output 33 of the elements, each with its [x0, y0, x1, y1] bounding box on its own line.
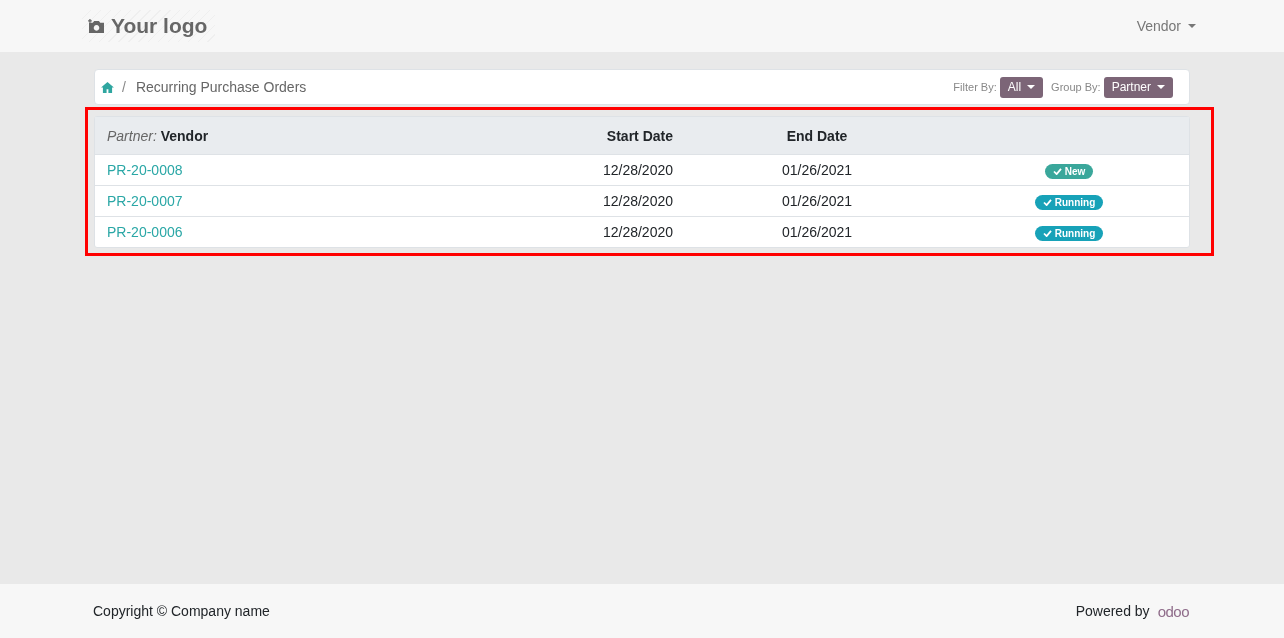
powered-by-text: Powered by [1075, 603, 1150, 619]
filter-dropdown[interactable]: All [999, 76, 1044, 98]
caret-icon [1188, 24, 1196, 28]
group-value: Vendor [160, 127, 209, 144]
table-cell-text: 01/26/2021 [780, 193, 854, 209]
table-cell-text: 12/28/2020 [601, 162, 674, 178]
table-cell-text: 12/28/2020 [601, 193, 674, 209]
caret-icon [1157, 85, 1165, 89]
column-header: Start Date [605, 127, 674, 144]
logo[interactable]: Your logo [82, 10, 216, 42]
brand-logo[interactable]: odoo [1157, 602, 1189, 620]
user-menu[interactable]: Vendor [1130, 18, 1202, 34]
status-badge: New [1044, 163, 1094, 179]
filter-dropdown[interactable]: Partner [1103, 76, 1173, 98]
table-cell-text: 12/28/2020 [601, 224, 674, 240]
breadcrumb-current: Recurring Purchase Orders [135, 79, 307, 95]
column-header: End Date [785, 127, 849, 144]
order-link[interactable]: PR-20-0007 [107, 193, 183, 209]
camera-icon [88, 18, 105, 34]
filter-label: Filter By: [953, 81, 997, 93]
table-cell-text: 01/26/2021 [780, 224, 854, 240]
group-label: Partner: [107, 127, 157, 144]
caret-icon [1027, 85, 1036, 89]
status-badge: Running [1034, 225, 1104, 241]
order-link[interactable]: PR-20-0006 [107, 224, 183, 240]
breadcrumb-separator: / [122, 79, 126, 95]
filter-label: Group By: [1051, 81, 1101, 93]
order-link[interactable]: PR-20-0008 [107, 162, 183, 178]
table-cell-text: 01/26/2021 [780, 162, 854, 178]
copyright-text: Copyright © Company name [93, 603, 270, 619]
status-badge: Running [1034, 194, 1104, 210]
logo-text: Your logo [111, 14, 208, 38]
home-icon[interactable] [101, 81, 114, 93]
